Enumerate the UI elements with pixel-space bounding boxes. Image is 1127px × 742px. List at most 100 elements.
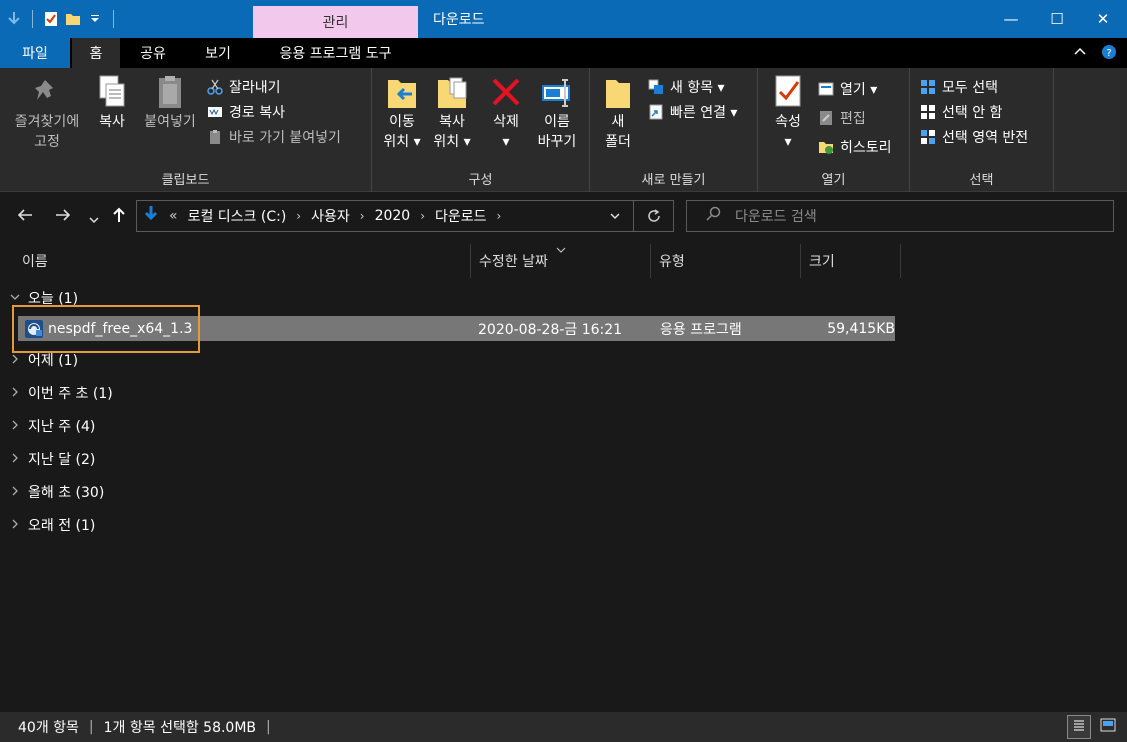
breadcrumb-chevron-icon[interactable]: › bbox=[360, 209, 365, 223]
properties-check-icon bbox=[772, 74, 804, 110]
new-folder-icon[interactable] bbox=[65, 11, 81, 27]
download-arrow-icon[interactable] bbox=[6, 11, 22, 27]
close-button[interactable]: ✕ bbox=[1080, 0, 1126, 38]
folder-icon bbox=[602, 74, 634, 110]
file-modified: 2020-08-28-금 16:21 bbox=[478, 321, 623, 338]
tab-app-tools[interactable]: 응용 프로그램 도구 bbox=[253, 38, 418, 68]
status-separator: | bbox=[88, 719, 94, 735]
forward-arrow-icon[interactable] bbox=[54, 206, 72, 229]
breadcrumb-2020[interactable]: 2020 bbox=[375, 208, 411, 224]
large-icons-view-button[interactable] bbox=[1096, 715, 1120, 739]
breadcrumb-chevron-icon[interactable]: › bbox=[497, 209, 502, 223]
context-tab-manage[interactable]: 관리 bbox=[253, 6, 418, 38]
select-all-button[interactable]: 모두 선택 bbox=[920, 76, 998, 98]
back-arrow-icon[interactable] bbox=[16, 206, 34, 229]
breadcrumb-chevron-icon[interactable]: › bbox=[420, 209, 425, 223]
invert-selection-button[interactable]: 선택 영역 반전 bbox=[920, 126, 1028, 148]
invert-selection-icon bbox=[920, 129, 936, 145]
file-name: nespdf_free_x64_1.3 bbox=[48, 320, 193, 337]
copy-to-icon bbox=[436, 74, 468, 110]
breadcrumb-users[interactable]: 사용자 bbox=[311, 206, 350, 226]
select-none-icon bbox=[920, 104, 936, 120]
move-to-button[interactable]: 이동 위치 ▾ bbox=[380, 74, 424, 152]
group-last-week[interactable]: 지난 주 (4) bbox=[10, 414, 95, 438]
group-last-month[interactable]: 지난 달 (2) bbox=[10, 447, 95, 471]
new-group-label: 새로 만들기 bbox=[641, 173, 706, 188]
group-today[interactable]: 오늘 (1) bbox=[10, 286, 78, 310]
qat-separator bbox=[32, 10, 33, 28]
copy-to-label-2: 위치 ▾ bbox=[433, 134, 471, 150]
pin-label-2: 고정 bbox=[34, 134, 60, 150]
new-group: 새 폴더 새 항목 ▾ 빠른 연결 ▾ 새로 만들기 bbox=[590, 68, 758, 192]
breadcrumb-chevron-icon[interactable]: › bbox=[296, 209, 301, 223]
copy-path-button[interactable]: 경로 복사 bbox=[207, 101, 285, 123]
collapse-ribbon-icon[interactable] bbox=[1073, 44, 1087, 64]
group-collapse-chevron-icon[interactable] bbox=[10, 291, 20, 305]
properties-icon[interactable] bbox=[43, 11, 59, 27]
status-separator: | bbox=[266, 719, 271, 735]
edit-button[interactable]: 편집 bbox=[818, 107, 866, 129]
tab-share[interactable]: 공유 bbox=[124, 38, 182, 68]
group-yesterday-label: 어제 (1) bbox=[28, 353, 79, 369]
file-size: 59,415KB bbox=[827, 320, 895, 337]
copy-button[interactable]: 복사 bbox=[88, 74, 136, 132]
search-box[interactable]: 다운로드 검색 bbox=[686, 200, 1114, 232]
details-view-button[interactable] bbox=[1067, 715, 1091, 739]
history-button[interactable]: 히스토리 bbox=[818, 136, 892, 158]
breadcrumb-local-disk[interactable]: 로컬 디스크 (C:) bbox=[188, 206, 287, 226]
new-folder-button[interactable]: 새 폴더 bbox=[600, 74, 636, 152]
tab-view[interactable]: 보기 bbox=[188, 38, 248, 68]
new-folder-label-1: 새 bbox=[611, 114, 625, 130]
group-yesterday[interactable]: 어제 (1) bbox=[10, 348, 78, 372]
qat-separator bbox=[113, 10, 114, 28]
group-expand-chevron-icon[interactable] bbox=[10, 419, 20, 433]
rename-button[interactable]: 이름 바꾸기 bbox=[532, 74, 582, 152]
easy-access-button[interactable]: 빠른 연결 ▾ bbox=[648, 101, 737, 123]
group-week-start[interactable]: 이번 주 초 (1) bbox=[10, 381, 113, 405]
group-long-ago[interactable]: 오래 전 (1) bbox=[10, 513, 95, 537]
recent-locations-chevron-icon[interactable] bbox=[88, 210, 100, 231]
delete-label: 삭제 bbox=[493, 114, 519, 130]
group-expand-chevron-icon[interactable] bbox=[10, 386, 20, 400]
details-view-icon bbox=[1072, 718, 1086, 736]
minimize-button[interactable]: — bbox=[988, 0, 1034, 38]
column-header-size[interactable]: 크기 bbox=[801, 244, 901, 278]
up-arrow-icon[interactable] bbox=[110, 206, 128, 229]
address-dropdown-icon[interactable] bbox=[609, 210, 621, 226]
group-expand-chevron-icon[interactable] bbox=[10, 353, 20, 367]
address-bar[interactable]: « 로컬 디스크 (C:) › 사용자 › 2020 › 다운로드 › bbox=[136, 200, 674, 232]
copy-to-button[interactable]: 복사 위치 ▾ bbox=[430, 74, 474, 152]
easy-access-label: 빠른 연결 ▾ bbox=[670, 105, 738, 121]
tab-file[interactable]: 파일 bbox=[0, 38, 70, 68]
paste-shortcut-button[interactable]: 바로 가기 붙여넣기 bbox=[207, 126, 341, 148]
column-header-type[interactable]: 유형 bbox=[651, 244, 801, 278]
breadcrumb-overflow[interactable]: « bbox=[169, 208, 178, 224]
pin-label-1: 즐겨찾기에 bbox=[14, 114, 80, 130]
open-group-label: 열기 bbox=[821, 173, 846, 188]
search-placeholder: 다운로드 검색 bbox=[735, 209, 817, 225]
group-expand-chevron-icon[interactable] bbox=[10, 518, 20, 532]
open-button[interactable]: 열기 ▾ bbox=[818, 78, 877, 100]
select-group: 모두 선택 선택 안 함 선택 영역 반전 선택 bbox=[910, 68, 1054, 192]
refresh-icon[interactable] bbox=[633, 201, 673, 231]
qat-dropdown-icon[interactable] bbox=[87, 11, 103, 27]
tab-home[interactable]: 홈 bbox=[72, 38, 120, 68]
group-expand-chevron-icon[interactable] bbox=[10, 452, 20, 466]
paste-button[interactable]: 붙여넣기 bbox=[138, 74, 202, 132]
column-header-name[interactable]: 이름 bbox=[14, 244, 471, 278]
file-row[interactable]: nespdf_free_x64_1.3 2020-08-28-금 16:21 응… bbox=[18, 316, 895, 341]
group-expand-chevron-icon[interactable] bbox=[10, 485, 20, 499]
column-header-modified[interactable]: 수정한 날짜 bbox=[471, 244, 651, 278]
help-icon[interactable]: ? bbox=[1101, 44, 1117, 64]
pin-quick-access-button[interactable]: 즐겨찾기에 고정 bbox=[8, 74, 86, 152]
new-item-button[interactable]: 새 항목 ▾ bbox=[648, 76, 725, 98]
delete-button[interactable]: 삭제 ▾ bbox=[486, 74, 526, 152]
cut-button[interactable]: 잘라내기 bbox=[207, 76, 281, 98]
quick-access-toolbar bbox=[6, 8, 118, 30]
breadcrumb-downloads[interactable]: 다운로드 bbox=[435, 206, 487, 226]
select-none-button[interactable]: 선택 안 함 bbox=[920, 101, 1002, 123]
group-year-start[interactable]: 올해 초 (30) bbox=[10, 480, 104, 504]
maximize-button[interactable]: ☐ bbox=[1034, 0, 1080, 38]
properties-button[interactable]: 속성 ▾ bbox=[768, 74, 808, 152]
maximize-icon: ☐ bbox=[1050, 10, 1064, 28]
